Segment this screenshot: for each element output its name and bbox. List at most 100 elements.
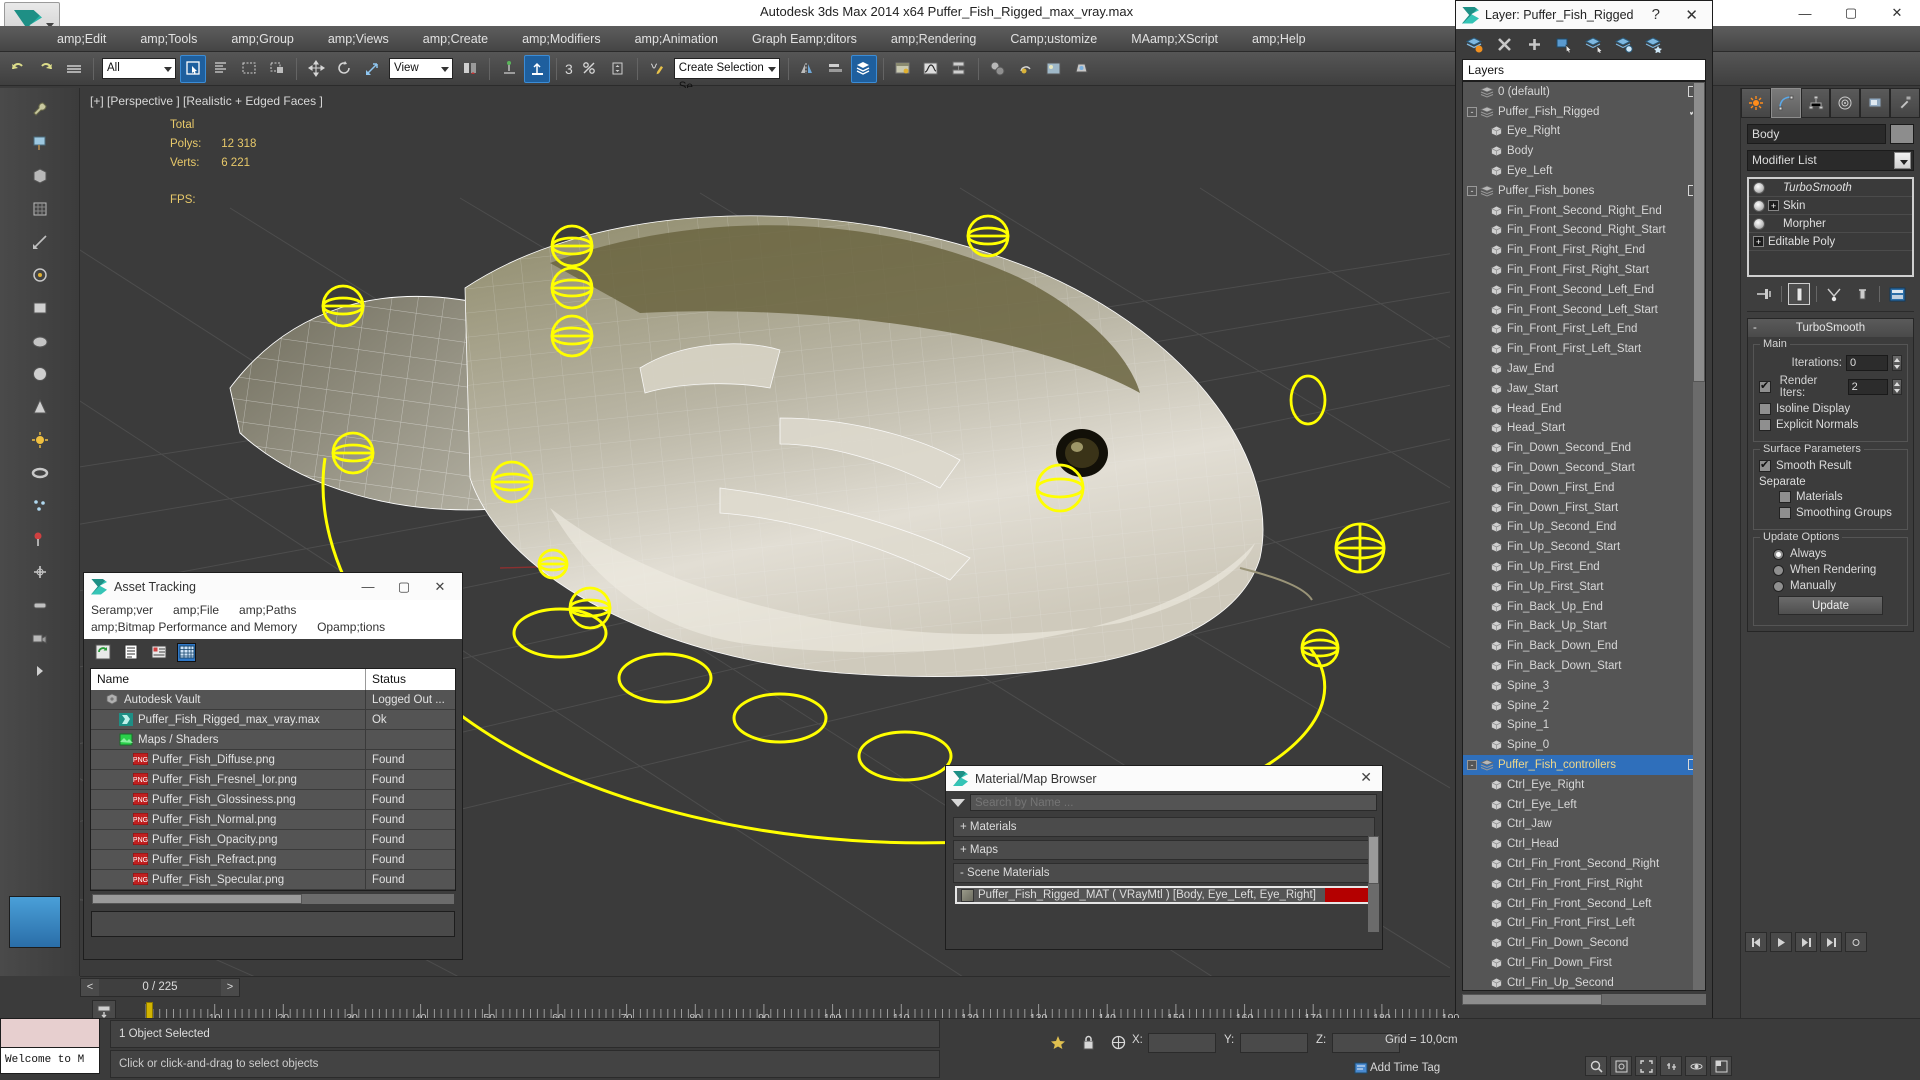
delete-layer-icon[interactable]: [1491, 32, 1517, 56]
layer-object-row[interactable]: Ctrl_Eye_Left: [1463, 795, 1705, 815]
mirror-icon[interactable]: [795, 55, 821, 83]
smooth-result-row[interactable]: Smooth Result: [1759, 458, 1902, 472]
modifier-stack-row[interactable]: + Skin: [1749, 197, 1912, 215]
rect-selection-region-icon[interactable]: [236, 55, 262, 83]
layer-object-row[interactable]: Fin_Back_Down_End: [1463, 636, 1705, 656]
layer-object-row[interactable]: Spine_3: [1463, 676, 1705, 696]
scrollbar-thumb[interactable]: [92, 894, 302, 904]
configure-modifier-sets-icon[interactable]: [1886, 283, 1908, 305]
menu-item-9[interactable]: Camp;ustomize: [993, 26, 1114, 52]
zoom-extents-icon[interactable]: [1635, 1056, 1657, 1076]
zoom-all-icon[interactable]: [1610, 1056, 1632, 1076]
layer-object-row[interactable]: Fin_Back_Up_Start: [1463, 617, 1705, 637]
tab-utilities[interactable]: [1890, 88, 1920, 118]
cone-icon[interactable]: [25, 392, 55, 422]
layer-object-row[interactable]: Ctrl_Head: [1463, 834, 1705, 854]
rollup-collapse-icon[interactable]: -: [1753, 319, 1757, 337]
layer-object-row[interactable]: Ctrl_Fin_Front_First_Left: [1463, 913, 1705, 933]
named-selection-set-combo[interactable]: Create Selection Se: [673, 58, 780, 93]
make-unique-icon[interactable]: [1823, 283, 1845, 305]
isoline-display-row[interactable]: Isoline Display: [1759, 403, 1902, 415]
schematic-view-icon[interactable]: [946, 55, 972, 83]
menu-item-2[interactable]: amp;Group: [214, 26, 311, 52]
maximize-button[interactable]: ▢: [1828, 0, 1874, 26]
render-frame-window-icon[interactable]: [1041, 55, 1067, 83]
highlight-selected-objects-layer-icon[interactable]: [1581, 32, 1607, 56]
expand-icon[interactable]: +: [1768, 200, 1779, 211]
list-view-icon[interactable]: [121, 643, 140, 662]
render-setup-icon[interactable]: [1013, 55, 1039, 83]
grid-tool-icon[interactable]: [25, 194, 55, 224]
menu-item-3[interactable]: amp;Views: [311, 26, 406, 52]
layer-object-row[interactable]: Fin_Up_Second_Start: [1463, 537, 1705, 557]
layer-manager-icon[interactable]: [850, 54, 877, 83]
layer-object-row[interactable]: Fin_Down_Second_Start: [1463, 458, 1705, 478]
asset-menu-item2-1[interactable]: Opamp;tions: [317, 619, 385, 636]
maxscript-input-line[interactable]: [0, 1018, 100, 1048]
lock-selection-icon[interactable]: [1078, 1032, 1098, 1052]
modifier-enable-icon[interactable]: [1753, 199, 1765, 212]
render-iters-field[interactable]: 2: [1847, 379, 1889, 395]
group-scene-materials[interactable]: - Scene Materials: [953, 863, 1375, 883]
asset-row[interactable]: PNG Puffer_Fish_Fresnel_Ior.png Found: [91, 770, 455, 790]
expand-collapse-icon[interactable]: -: [1467, 759, 1477, 770]
asset-table[interactable]: Name Status Autodesk Vault Logged Out ...…: [90, 668, 456, 891]
tab-motion[interactable]: [1830, 88, 1861, 118]
curve-editor-icon[interactable]: [918, 55, 944, 83]
grid-view-icon[interactable]: [177, 642, 196, 662]
smooth-result-checkbox[interactable]: [1759, 458, 1771, 472]
toggle-ribbon-icon[interactable]: [890, 55, 916, 83]
orbit-icon[interactable]: [1685, 1056, 1707, 1076]
chevron-down-icon[interactable]: [164, 67, 172, 72]
scrollbar-thumb[interactable]: [1462, 994, 1602, 1005]
select-and-rotate-icon[interactable]: [331, 55, 357, 83]
chevron-down-icon[interactable]: [441, 67, 449, 72]
window-crossing-icon[interactable]: [264, 55, 290, 83]
layer-object-row[interactable]: Ctrl_Fin_Front_Second_Right: [1463, 854, 1705, 874]
when-rendering-radio[interactable]: [1773, 564, 1784, 576]
play-button[interactable]: [1770, 932, 1792, 952]
filter-dropdown-icon[interactable]: [951, 798, 965, 807]
scale-tool-icon[interactable]: [25, 227, 55, 257]
menu-item-11[interactable]: amp;Help: [1235, 26, 1323, 52]
layer-object-row[interactable]: Eye_Left: [1463, 161, 1705, 181]
layer-object-row[interactable]: Ctrl_Fin_Front_Second_Left: [1463, 894, 1705, 914]
align-icon[interactable]: [823, 55, 849, 83]
asset-row[interactable]: Maps / Shaders: [91, 730, 455, 750]
asset-row[interactable]: PNG Puffer_Fish_Opacity.png Found: [91, 830, 455, 850]
menu-item-1[interactable]: amp;Tools: [123, 26, 214, 52]
modifier-stack-row[interactable]: Morpher: [1749, 215, 1912, 233]
material-vertical-scrollbar[interactable]: [1368, 836, 1379, 932]
box-icon[interactable]: [25, 161, 55, 191]
layer-object-row[interactable]: Fin_Down_Second_End: [1463, 438, 1705, 458]
add-selection-to-layer-icon[interactable]: [1521, 32, 1547, 56]
iterations-spinner[interactable]: [1892, 355, 1902, 371]
asset-menu-item2-0[interactable]: amp;Bitmap Performance and Memory: [91, 619, 297, 636]
selection-filter-combo[interactable]: All: [102, 58, 176, 79]
group-maps[interactable]: + Maps: [953, 840, 1375, 860]
layer-object-row[interactable]: Spine_0: [1463, 735, 1705, 755]
always-row[interactable]: Always: [1759, 548, 1902, 560]
layer-object-row[interactable]: Spine_2: [1463, 696, 1705, 716]
asset-row[interactable]: PNG Puffer_Fish_Normal.png Found: [91, 810, 455, 830]
layer-object-row[interactable]: Ctrl_Fin_Down_Second: [1463, 933, 1705, 953]
column-header-name[interactable]: Name: [91, 669, 366, 690]
select-highlighted-objects-layers-icon[interactable]: [1611, 32, 1637, 56]
minimize-button[interactable]: —: [350, 573, 386, 600]
tab-display[interactable]: [1860, 88, 1891, 118]
manually-radio[interactable]: [1773, 580, 1784, 592]
asset-menu-item-0[interactable]: Seramp;ver: [91, 602, 153, 619]
light-icon[interactable]: [25, 425, 55, 455]
select-and-scale-icon[interactable]: [359, 55, 385, 83]
time-tag-icon[interactable]: [1350, 1058, 1372, 1078]
layer-object-row[interactable]: Spine_1: [1463, 716, 1705, 736]
torus-icon[interactable]: [25, 458, 55, 488]
maximize-button[interactable]: ▢: [386, 573, 422, 600]
layer-object-row[interactable]: Ctrl_Jaw: [1463, 814, 1705, 834]
next-frame-button[interactable]: [1795, 932, 1817, 952]
asset-row[interactable]: PNG Puffer_Fish_Glossiness.png Found: [91, 790, 455, 810]
helper-icon[interactable]: [25, 557, 55, 587]
menu-item-0[interactable]: amp;Edit: [40, 26, 123, 52]
tab-modify[interactable]: [1770, 88, 1801, 118]
layer-object-row[interactable]: Body: [1463, 141, 1705, 161]
